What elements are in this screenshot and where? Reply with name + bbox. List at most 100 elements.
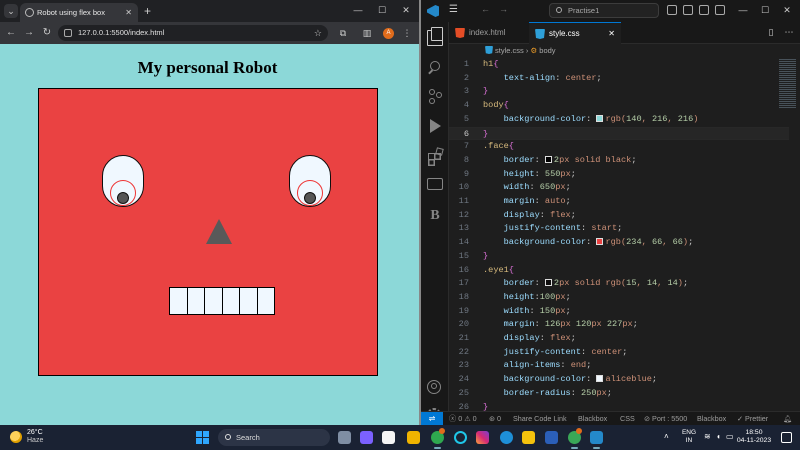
search-icon[interactable]	[427, 60, 443, 76]
remote-indicator-icon[interactable]: ⇌	[421, 412, 443, 425]
minimize-icon[interactable]: —	[733, 3, 753, 17]
bookmark-star-icon[interactable]: ☆	[314, 25, 322, 41]
account-icon[interactable]	[427, 380, 441, 394]
forward-icon[interactable]: →	[499, 4, 508, 14]
customize-layout-icon[interactable]	[715, 5, 725, 15]
back-icon[interactable]: ←	[4, 25, 18, 41]
code-line[interactable]: 8 border: 2px solid black;	[449, 154, 789, 168]
code-line[interactable]: 21 display: flex;	[449, 332, 789, 346]
extensions-icon[interactable]	[427, 148, 443, 164]
code-line[interactable]: 22 justify-content: center;	[449, 346, 789, 360]
code-line[interactable]: 13 justify-content: start;	[449, 222, 789, 236]
code-line[interactable]: 3}	[449, 85, 789, 99]
code-line[interactable]: 17 border: 2px solid rgb(15, 14, 14);	[449, 277, 789, 291]
tab-style-css[interactable]: style.css ✕	[529, 22, 621, 44]
forward-icon[interactable]: →	[22, 25, 36, 41]
input-language[interactable]: ENG IN	[680, 429, 698, 445]
file-explorer-icon[interactable]	[407, 431, 420, 444]
back-icon[interactable]: ←	[481, 4, 490, 14]
code-line[interactable]: 20 margin: 126px 120px 227px;	[449, 318, 789, 332]
new-tab-button[interactable]: +	[144, 3, 151, 19]
bell-icon[interactable]: 🔔︎	[783, 412, 792, 425]
code-line[interactable]: 12 display: flex;	[449, 209, 789, 223]
code-line[interactable]: 7 .face{	[449, 140, 789, 154]
weather-temperature[interactable]: 26°C	[27, 429, 43, 437]
edge-icon[interactable]	[500, 431, 513, 444]
ports-indicator[interactable]: ⊛ 0	[489, 412, 501, 425]
toggle-secondary-sidebar-icon[interactable]	[699, 5, 709, 15]
reload-icon[interactable]: ↻	[40, 25, 54, 41]
remote-explorer-icon[interactable]	[427, 178, 443, 190]
blackbox-status-2[interactable]: Blackbox	[697, 412, 726, 425]
side-panel-icon[interactable]: ▥	[360, 25, 374, 41]
profile-avatar[interactable]: A	[383, 28, 394, 39]
blackbox-icon[interactable]: B	[427, 208, 443, 224]
meet-icon[interactable]	[360, 431, 373, 444]
close-window-icon[interactable]: ✕	[394, 2, 418, 18]
language-mode[interactable]: CSS	[620, 412, 635, 425]
prettier-status[interactable]: ✓ Prettier	[737, 412, 768, 425]
show-hidden-icons-icon[interactable]: ˄	[664, 433, 673, 441]
live-server-port[interactable]: ⊘ Port : 5500	[644, 412, 687, 425]
instagram-icon[interactable]	[476, 431, 489, 444]
code-line[interactable]: 15}	[449, 250, 789, 264]
explorer-icon[interactable]	[427, 27, 443, 46]
close-tab-icon[interactable]: ✕	[125, 3, 132, 22]
task-view-icon[interactable]	[338, 431, 351, 444]
source-control-icon[interactable]	[427, 88, 443, 104]
menu-icon[interactable]: ☰	[449, 4, 458, 15]
notification-center-icon[interactable]	[781, 432, 792, 443]
close-tab-icon[interactable]: ✕	[608, 23, 615, 45]
vscode-taskbar-icon[interactable]	[590, 431, 603, 449]
browser-tab[interactable]: Robot using flex box ✕	[20, 3, 138, 22]
sticky-notes-icon[interactable]	[522, 431, 535, 444]
wifi-icon[interactable]: ≋	[704, 433, 713, 441]
toggle-sidebar-icon[interactable]	[667, 5, 677, 15]
close-window-icon[interactable]: ✕	[777, 3, 797, 17]
site-info-icon[interactable]	[64, 29, 72, 37]
code-line[interactable]: 1 h1{	[449, 58, 789, 72]
breadcrumb-file[interactable]: style.css	[495, 46, 524, 55]
chrome-profile-icon[interactable]	[568, 428, 582, 449]
code-line[interactable]: 5 background-color: rgb(140, 216, 216)	[449, 113, 789, 127]
code-line[interactable]: 18 height:100px;	[449, 291, 789, 305]
editor-scrollbar[interactable]	[796, 58, 800, 411]
breadcrumb-symbol[interactable]: body	[539, 46, 555, 55]
share-code-link[interactable]: Share Code Link	[513, 412, 567, 425]
code-line[interactable]: 11 margin: auto;	[449, 195, 789, 209]
minimize-icon[interactable]: —	[346, 2, 370, 18]
code-line[interactable]: 9 height: 550px;	[449, 168, 789, 182]
taskbar-search[interactable]: Search	[218, 429, 330, 446]
code-line[interactable]: 4 body{	[449, 99, 789, 113]
code-line[interactable]: 14 background-color: rgb(234, 66, 66);	[449, 236, 789, 250]
code-line[interactable]: 2 text-align: center;	[449, 72, 789, 86]
split-editor-icon[interactable]: ▯	[765, 27, 777, 38]
more-menu-icon[interactable]: ⋮	[400, 25, 414, 41]
windows-start-icon[interactable]	[196, 431, 209, 444]
problems-indicator[interactable]: ⓧ 0 ⚠ 0	[449, 412, 477, 425]
chrome-icon[interactable]	[431, 428, 445, 449]
cortana-icon[interactable]	[454, 431, 467, 444]
command-center-search[interactable]: Practise1	[549, 3, 659, 18]
extensions-icon[interactable]: ⧉	[336, 25, 350, 41]
tab-search-button[interactable]: ⌄	[4, 4, 18, 18]
weather-icon[interactable]	[10, 431, 22, 443]
toggle-panel-icon[interactable]	[683, 5, 693, 15]
more-actions-icon[interactable]: ⋯	[783, 27, 795, 38]
address-bar[interactable]: 127.0.0.1:5500/index.html ☆	[58, 25, 328, 41]
notepad-icon[interactable]	[382, 431, 395, 444]
tab-index-html[interactable]: index.html	[449, 22, 525, 44]
code-line[interactable]: 23 align-items: end;	[449, 359, 789, 373]
maximize-icon[interactable]: ☐	[755, 3, 775, 17]
code-line[interactable]: 10 width: 650px;	[449, 181, 789, 195]
clock[interactable]: 18:50 04-11-2023	[736, 429, 772, 445]
battery-icon[interactable]: ▭	[726, 433, 735, 441]
code-line[interactable]: 24 background-color: aliceblue;	[449, 373, 789, 387]
code-line[interactable]: 25 border-radius: 250px;	[449, 387, 789, 401]
run-debug-icon[interactable]	[427, 118, 443, 134]
code-line[interactable]: 6}	[449, 126, 789, 141]
word-icon[interactable]	[545, 431, 558, 444]
volume-icon[interactable]: ◖	[716, 433, 725, 441]
maximize-icon[interactable]: ☐	[370, 2, 394, 18]
blackbox-status[interactable]: Blackbox	[578, 412, 607, 425]
